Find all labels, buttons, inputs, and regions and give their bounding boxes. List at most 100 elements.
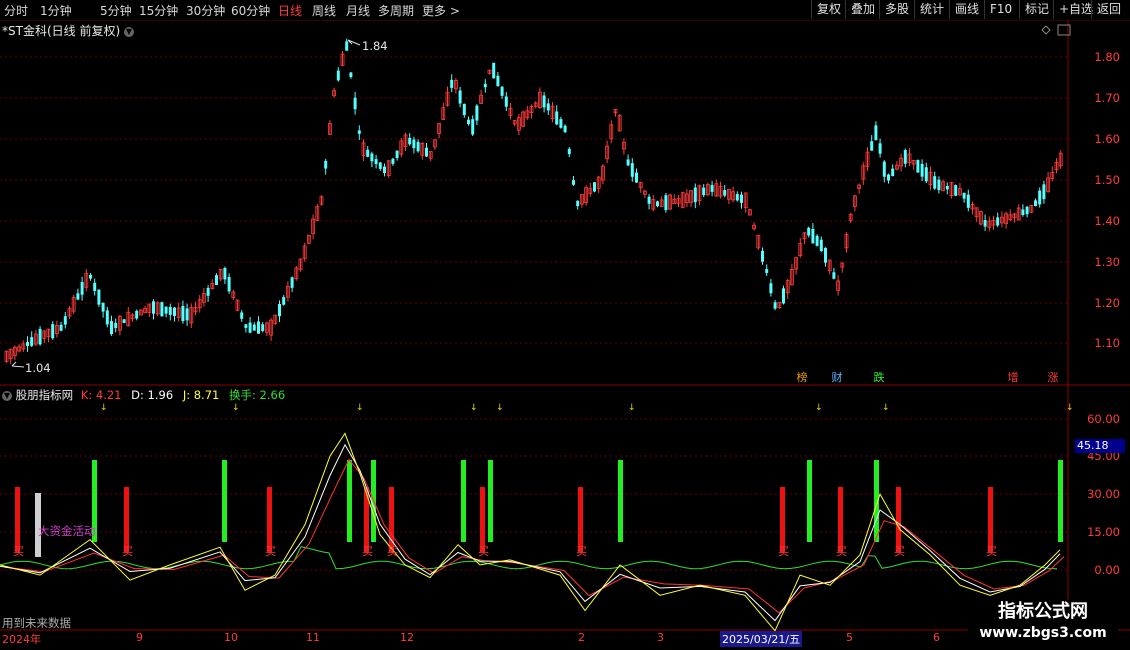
- j-value: J: 8.71: [182, 388, 220, 402]
- candle-body: [882, 161, 886, 177]
- candle-body: [937, 179, 941, 191]
- candle-body: [383, 166, 386, 174]
- badge-rise[interactable]: 涨: [1046, 371, 1060, 385]
- candle-body: [467, 119, 470, 125]
- badge-rank[interactable]: 榜: [795, 371, 809, 385]
- buy-signal-label: 买: [13, 545, 24, 558]
- indicator-tick: 15.00: [1087, 525, 1120, 539]
- date-label: 10: [224, 631, 238, 644]
- candle-body: [391, 158, 395, 164]
- candle-body: [223, 268, 227, 280]
- candle-body: [807, 227, 811, 236]
- candle-body: [924, 167, 928, 182]
- candle-body: [962, 192, 966, 199]
- candle-body: [656, 201, 659, 207]
- candle-body: [824, 247, 827, 263]
- indicator-tick: 60.00: [1087, 412, 1120, 426]
- future-data-note: 用到未来数据: [2, 616, 71, 630]
- candle-body: [811, 228, 815, 244]
- date-label: 3: [657, 631, 664, 644]
- candle-body: [51, 324, 55, 339]
- candle-body: [93, 282, 97, 291]
- buy-signal-label: 买: [265, 545, 276, 558]
- price-tick: 1.50: [1094, 173, 1120, 187]
- candle-body: [89, 274, 92, 279]
- candle-body: [933, 176, 937, 189]
- candle-body: [416, 141, 420, 152]
- cursor-value-box: 45.18: [1075, 439, 1125, 453]
- candle-body: [1025, 206, 1029, 215]
- candle-body: [559, 119, 563, 128]
- price-panel-title: *ST金科(日线 前复权) ▼: [2, 22, 134, 39]
- candle-body: [168, 306, 172, 315]
- candle-body: [257, 321, 260, 334]
- candle-body: [735, 194, 739, 201]
- chevron-down-icon[interactable]: ▼: [123, 26, 134, 37]
- candle-body: [76, 293, 80, 300]
- candle-body: [26, 342, 29, 346]
- candle-body: [336, 70, 340, 81]
- buy-signal-label: 买: [778, 545, 789, 558]
- badge-finance[interactable]: 财: [830, 371, 844, 385]
- chevron-down-icon[interactable]: ▼: [2, 390, 12, 401]
- date-label: 6: [933, 631, 940, 644]
- k-value: K: 4.21: [80, 388, 122, 402]
- candle-body: [769, 283, 773, 294]
- diamond-icon[interactable]: [1041, 25, 1051, 35]
- date-label: 11: [306, 631, 320, 644]
- candle-body: [630, 163, 634, 177]
- price-tick: 1.70: [1094, 91, 1120, 105]
- candle-body: [891, 168, 895, 177]
- j-line: [3, 458, 1065, 614]
- date-label: 2: [578, 631, 585, 644]
- candle-body: [723, 190, 727, 196]
- candle-body: [412, 139, 416, 149]
- candle-body: [59, 324, 63, 331]
- candle-body: [626, 159, 630, 166]
- candle-body: [248, 322, 252, 333]
- candle-body: [572, 180, 575, 185]
- signal-bar-green: [618, 460, 623, 542]
- candle-body: [710, 184, 714, 192]
- candle-body: [450, 79, 454, 88]
- candle-body: [504, 96, 508, 107]
- candle-body: [324, 160, 328, 169]
- candle-body: [261, 324, 265, 331]
- date-label: 2024年: [2, 633, 41, 646]
- candle-body: [349, 72, 353, 78]
- sell-arrow-marker: ↓: [1066, 403, 1074, 413]
- candle-body: [1038, 190, 1042, 205]
- cursor-date-label: 2025/03/21/五: [720, 631, 803, 647]
- candle-body: [110, 321, 113, 335]
- candle-body: [114, 322, 118, 329]
- candle-body: [966, 194, 970, 208]
- candle-body: [101, 302, 105, 312]
- candle-body: [30, 337, 34, 346]
- chart-canvas[interactable]: ↓ ↓ ↓ ↓ ↓ ↓ ↓ ↓ ↓: [0, 0, 1130, 650]
- candle-body: [567, 148, 571, 155]
- watermark-line1: 指标公式网: [998, 601, 1088, 622]
- indicator-tick: 30.00: [1087, 487, 1120, 501]
- candle-body: [462, 103, 466, 115]
- candle-body: [878, 143, 882, 154]
- candle-body: [458, 90, 462, 104]
- candle-body: [546, 103, 550, 111]
- candle-body: [80, 282, 84, 295]
- badge-increase[interactable]: 增: [1006, 371, 1020, 385]
- candle-body: [38, 328, 42, 345]
- signal-bar-green: [222, 460, 227, 542]
- candle-body: [765, 269, 769, 273]
- candle-body: [244, 324, 248, 328]
- candle-body: [160, 302, 164, 317]
- candle-body: [152, 301, 155, 314]
- indicator-title: ▼ 股朋指标网 K: 4.21 D: 1.96 J: 8.71 换手: 2.66: [2, 387, 285, 403]
- candle-body: [278, 304, 281, 317]
- indicator-tick: 0.00: [1094, 563, 1120, 577]
- candle-body: [874, 125, 878, 141]
- candle-body: [647, 196, 651, 204]
- badge-fall[interactable]: 跌: [872, 371, 886, 385]
- candle-body: [996, 217, 1000, 226]
- sell-arrow-marker: ↓: [628, 403, 636, 413]
- low-pointer-icon: [11, 361, 25, 368]
- candle-body: [983, 220, 987, 227]
